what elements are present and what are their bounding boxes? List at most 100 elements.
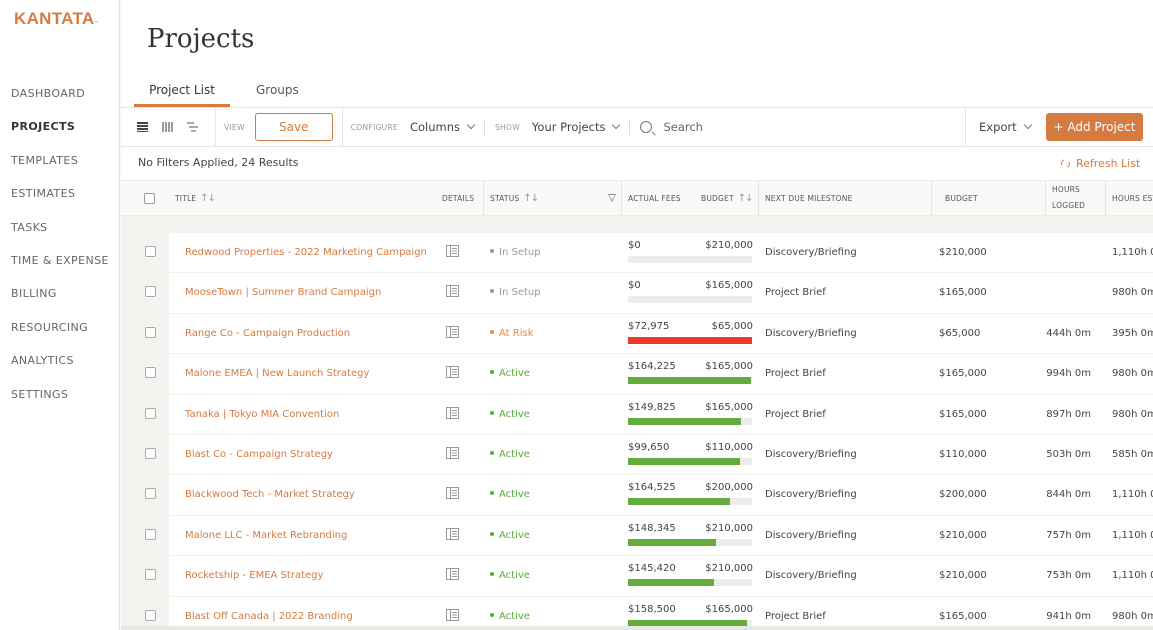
- project-title-link[interactable]: Blackwood Tech - Market Strategy: [185, 489, 355, 500]
- row-checkbox[interactable]: [145, 286, 156, 298]
- refresh-list-link[interactable]: Refresh List: [1059, 157, 1140, 170]
- column-divider[interactable]: [931, 181, 932, 215]
- row-checkbox[interactable]: [145, 609, 156, 621]
- table-row[interactable]: Blast Co - Campaign Strategy Active $99,65…: [145, 434, 1153, 476]
- list-view-icon[interactable]: [137, 122, 148, 132]
- tab-project-list[interactable]: Project List: [134, 80, 230, 107]
- sidebar-item-time-expense[interactable]: TIME & EXPENSE: [11, 251, 109, 284]
- details-icon[interactable]: [446, 406, 459, 419]
- sort-icon[interactable]: ↑↓: [523, 193, 539, 204]
- logo-text: KANTATA: [14, 9, 95, 28]
- details-icon[interactable]: [446, 245, 459, 257]
- column-divider[interactable]: [1105, 181, 1106, 215]
- column-header-hours-logged[interactable]: HOURS LOGGED: [1052, 181, 1085, 215]
- table-row[interactable]: Rocketship - EMEA Strategy Active $145,420…: [145, 556, 1153, 597]
- project-title-link[interactable]: Redwood Properties - 2022 Marketing Camp…: [185, 247, 427, 258]
- filter-icon[interactable]: [608, 194, 616, 202]
- row-checkbox[interactable]: [145, 528, 156, 540]
- project-title-link[interactable]: Malone LLC - Market Rebranding: [185, 530, 347, 541]
- details-icon[interactable]: [446, 366, 459, 379]
- search-input[interactable]: [663, 120, 964, 134]
- hours-logged-line2: LOGGED: [1052, 201, 1086, 210]
- status-label: Active: [499, 529, 530, 541]
- table-row[interactable]: Blackwood Tech - Market Strategy Active $1…: [145, 475, 1153, 516]
- sidebar-item-dashboard[interactable]: DASHBOARD: [11, 84, 109, 117]
- column-header-title[interactable]: TITLE ↑↓: [175, 181, 216, 215]
- table-row[interactable]: Blast Off Canada | 2022 Branding Active $1…: [145, 596, 1153, 626]
- column-header-fees-budget[interactable]: BUDGET ↑↓: [701, 181, 754, 215]
- fees-budget-value: $165,000: [705, 361, 753, 373]
- columns-dropdown[interactable]: Columns: [410, 120, 476, 134]
- table-row[interactable]: Malone EMEA | New Launch Strategy Active $…: [145, 354, 1153, 395]
- sidebar-item-resourcing[interactable]: RESOURCING: [11, 318, 109, 351]
- status-badge: At Risk: [490, 328, 534, 339]
- project-title-link[interactable]: Blast Co - Campaign Strategy: [185, 449, 333, 460]
- column-header-actual-fees[interactable]: ACTUAL FEES: [628, 181, 681, 215]
- column-divider[interactable]: [1045, 181, 1046, 215]
- grid-view-icon[interactable]: [162, 122, 173, 132]
- sort-icon[interactable]: ↑↓: [738, 193, 754, 204]
- horizontal-scrollbar[interactable]: [121, 626, 1153, 630]
- search-icon: [640, 121, 653, 133]
- project-title-link[interactable]: Blast Off Canada | 2022 Branding: [185, 611, 353, 622]
- column-divider[interactable]: [621, 181, 622, 215]
- fees-budget-value: $200,000: [705, 482, 753, 494]
- project-title-link[interactable]: Malone EMEA | New Launch Strategy: [185, 368, 369, 379]
- table-row[interactable]: MooseTown | Summer Brand Campaign In Setu…: [145, 273, 1153, 314]
- sidebar-item-analytics[interactable]: ANALYTICS: [11, 351, 109, 384]
- sidebar-item-settings[interactable]: SETTINGS: [11, 385, 109, 418]
- project-title-link[interactable]: MooseTown | Summer Brand Campaign: [185, 287, 381, 298]
- column-header-hours-est[interactable]: HOURS EST: [1112, 181, 1153, 215]
- details-icon[interactable]: [446, 527, 459, 540]
- row-checkbox[interactable]: [145, 407, 156, 419]
- select-all-checkbox[interactable]: [144, 192, 155, 204]
- details-icon[interactable]: [446, 325, 459, 338]
- project-title-link[interactable]: Rocketship - EMEA Strategy: [185, 570, 323, 581]
- show-projects-dropdown[interactable]: Your Projects: [532, 120, 621, 134]
- save-view-button[interactable]: Save: [254, 113, 333, 141]
- table-row[interactable]: Range Co - Campaign Production At Risk $72…: [145, 313, 1153, 355]
- row-checkbox[interactable]: [145, 447, 156, 459]
- table-row[interactable]: Malone LLC - Market Rebranding Active $148…: [145, 515, 1153, 557]
- status-label: Active: [499, 368, 530, 380]
- details-icon[interactable]: [446, 608, 459, 621]
- column-header-status[interactable]: STATUS ↑↓: [490, 181, 539, 215]
- column-divider[interactable]: [483, 181, 484, 215]
- row-checkbox[interactable]: [145, 488, 156, 500]
- details-icon[interactable]: [446, 285, 459, 298]
- budget-progress-bar: [628, 336, 752, 344]
- column-header-budget[interactable]: BUDGET: [945, 181, 978, 215]
- export-dropdown[interactable]: Export: [965, 108, 1032, 146]
- table-row[interactable]: Redwood Properties - 2022 Marketing Camp…: [145, 233, 1153, 274]
- column-divider[interactable]: [758, 181, 759, 215]
- budget-value: $110,000: [939, 448, 987, 460]
- status-dot-icon: [490, 531, 494, 536]
- sidebar-item-billing[interactable]: BILLING: [11, 284, 109, 317]
- row-checkbox[interactable]: [145, 326, 156, 338]
- budget-progress-fill: [628, 377, 752, 385]
- status-dot-icon: [490, 289, 494, 294]
- sidebar-item-tasks[interactable]: TASKS: [11, 218, 109, 251]
- status-dot-icon: [490, 450, 494, 455]
- add-project-button[interactable]: + Add Project: [1046, 113, 1143, 141]
- sidebar-item-projects[interactable]: PROJECTS: [11, 117, 109, 150]
- kantata-logo[interactable]: KANTATA™: [14, 9, 99, 29]
- details-icon[interactable]: [446, 568, 459, 581]
- project-title-link[interactable]: Range Co - Campaign Production: [185, 328, 350, 339]
- row-checkbox[interactable]: [145, 569, 156, 581]
- sidebar-item-estimates[interactable]: ESTIMATES: [11, 184, 109, 217]
- column-header-milestone[interactable]: NEXT DUE MILESTONE: [765, 181, 853, 215]
- tab-groups[interactable]: Groups: [244, 80, 311, 107]
- sidebar-item-templates[interactable]: TEMPLATES: [11, 151, 109, 184]
- row-checkbox[interactable]: [145, 367, 156, 379]
- status-badge: Active: [490, 368, 530, 379]
- details-icon[interactable]: [446, 446, 459, 459]
- gantt-view-icon[interactable]: [187, 122, 198, 132]
- status-dot-icon: [490, 612, 494, 617]
- row-checkbox[interactable]: [145, 246, 156, 257]
- project-title-link[interactable]: Tanaka | Tokyo MIA Convention: [185, 409, 339, 420]
- sort-icon[interactable]: ↑↓: [200, 193, 216, 204]
- table-row[interactable]: Tanaka | Tokyo MIA Convention Active $149,…: [145, 394, 1153, 435]
- details-icon[interactable]: [446, 487, 459, 500]
- view-switcher: [121, 108, 216, 146]
